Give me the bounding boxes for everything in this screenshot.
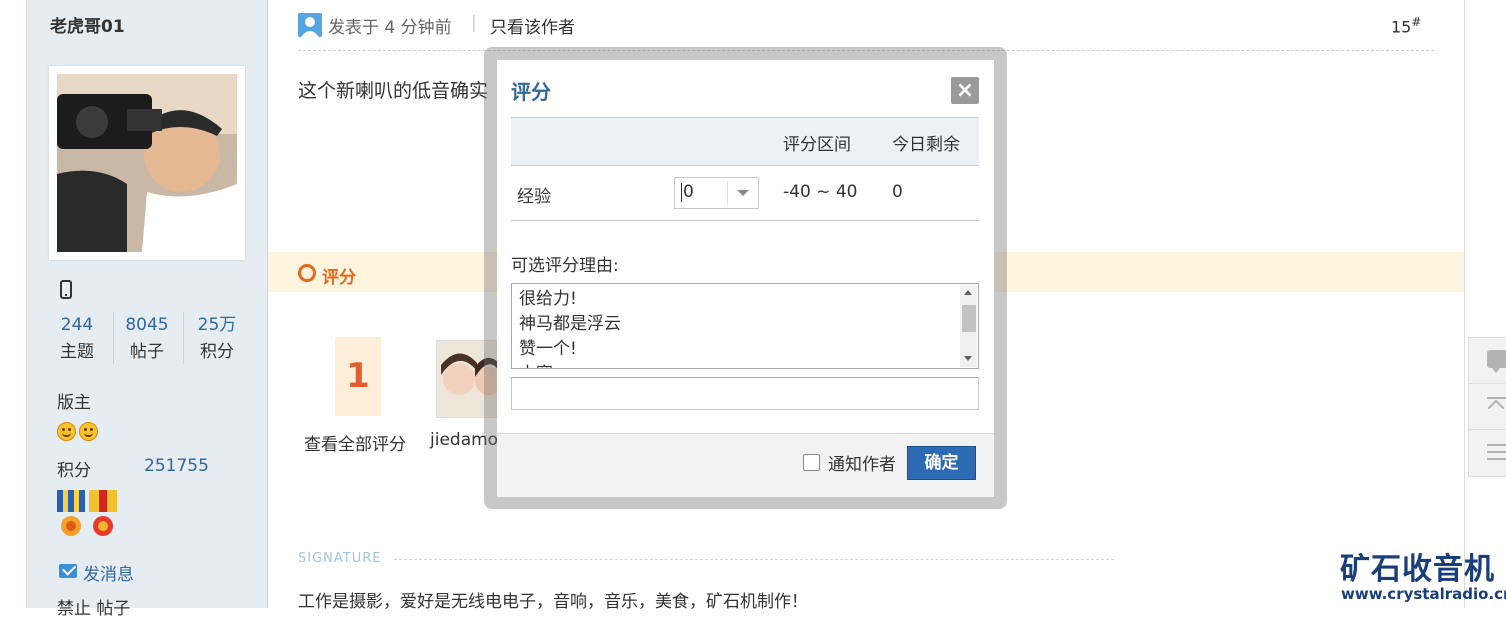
stat-posts-label: 帖子 (130, 342, 164, 362)
notify-author-checkbox[interactable] (803, 454, 820, 471)
scroll-down-icon[interactable] (964, 356, 972, 361)
reason-listbox[interactable]: 很给力! 神马都是浮云 赞一个! 山寨 (511, 283, 979, 369)
dialog-title: 评分 (511, 80, 551, 104)
scroll-thumb[interactable] (962, 305, 976, 332)
floor-value: 15 (1391, 17, 1412, 37)
points-value: 251755 (144, 456, 209, 476)
header-separator: | (471, 13, 477, 33)
reason-option[interactable]: 赞一个! (519, 337, 577, 362)
stat-points-label: 积分 (200, 342, 234, 362)
stat-posts-value[interactable]: 8045 (112, 312, 182, 339)
score-type-label: 经验 (517, 187, 551, 207)
reply-float-button[interactable] (1469, 338, 1506, 384)
score-select[interactable]: 0 (674, 177, 759, 209)
only-author-link[interactable]: 只看该作者 (490, 13, 575, 38)
score-input[interactable]: 0 (681, 183, 694, 202)
stat-threads-label: 主题 (60, 342, 94, 362)
floor-number[interactable]: 15# (1391, 15, 1421, 36)
list-float-button[interactable] (1469, 430, 1506, 476)
back-to-top-button[interactable] (1469, 384, 1506, 430)
ban-post-link[interactable]: 禁止 帖子 (57, 594, 130, 619)
post-content: 这个新喇叭的低音确实 (298, 80, 489, 102)
site-url: www.crystalradio.cn (1341, 585, 1506, 603)
stat-posts[interactable]: 8045 帖子 (112, 312, 182, 366)
chevron-down-icon[interactable] (737, 190, 749, 196)
scrollbar[interactable] (960, 285, 977, 367)
author-name[interactable]: 老虎哥01 (50, 12, 125, 37)
user-icon (298, 13, 322, 37)
mobile-icon (60, 280, 72, 299)
avatar[interactable] (57, 74, 237, 252)
row-divider (511, 220, 979, 221)
floating-toolbar (1468, 337, 1506, 477)
back-to-top-icon (1487, 397, 1506, 417)
comment-icon (1487, 350, 1506, 373)
signature-divider (394, 559, 1114, 560)
reason-option[interactable]: 很给力! (519, 287, 577, 312)
reason-option[interactable]: 山寨 (519, 362, 553, 368)
stat-threads-value[interactable]: 244 (42, 312, 112, 339)
stat-points[interactable]: 25万 积分 (182, 312, 252, 366)
scroll-up-icon[interactable] (964, 290, 972, 295)
select-divider (727, 181, 728, 205)
smiley-icon (79, 422, 98, 441)
signature-text: 工作是摄影，爱好是无线电电子，音响，音乐，美食，矿石机制作！ (298, 592, 808, 612)
signature-label: SIGNATURE (298, 551, 382, 566)
reason-label: 可选评分理由: (511, 256, 619, 276)
range-header: 评分区间 (783, 135, 851, 155)
page-margin (0, 0, 27, 608)
view-all-ratings-link[interactable]: 查看全部评分 (304, 430, 406, 455)
medals[interactable] (57, 490, 119, 542)
notify-author-label[interactable]: 通知作者 (828, 450, 896, 475)
reason-option[interactable]: 神马都是浮云 (519, 312, 621, 337)
score-range: -40 ~ 40 (783, 182, 858, 202)
post-time: 发表于 4 分钟前 (328, 18, 452, 38)
envelope-icon[interactable] (59, 564, 77, 578)
rating-circle-icon (298, 264, 316, 282)
smiley-icon (57, 422, 76, 441)
points-label: 积分 (57, 461, 91, 481)
star-rank (57, 422, 101, 445)
rating-count[interactable]: 1 (335, 337, 381, 416)
confirm-button[interactable]: 确定 (907, 446, 976, 480)
score-remaining: 0 (892, 182, 903, 202)
content-border (1464, 0, 1465, 608)
list-icon (1487, 444, 1506, 462)
user-group: 版主 (57, 393, 91, 413)
reason-input[interactable] (511, 377, 979, 410)
stat-points-value[interactable]: 25万 (182, 312, 252, 339)
remaining-header: 今日剩余 (892, 135, 960, 155)
close-button[interactable]: × (951, 77, 979, 104)
stat-threads[interactable]: 244 主题 (42, 312, 112, 366)
site-logo: 矿石收音机 (1340, 552, 1495, 587)
send-message-link[interactable]: 发消息 (83, 560, 134, 585)
floor-suffix: # (1411, 15, 1422, 29)
rating-section-label: 评分 (322, 268, 356, 288)
